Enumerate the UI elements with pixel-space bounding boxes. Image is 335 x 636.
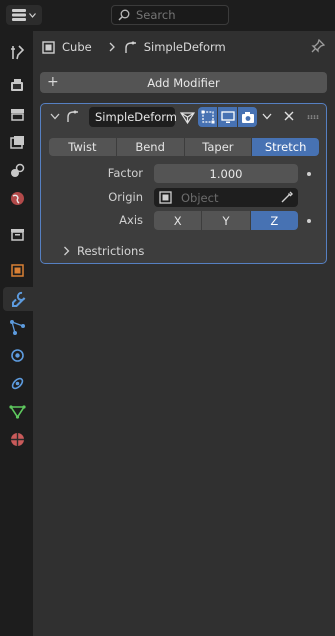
tab-data[interactable]	[4, 399, 30, 423]
monitor-icon	[220, 110, 235, 123]
on-cage-button[interactable]	[177, 107, 197, 127]
factor-label: Factor	[107, 166, 143, 180]
drag-handle-icon[interactable]	[307, 115, 319, 119]
tab-world[interactable]	[4, 186, 30, 210]
data-icon	[8, 404, 26, 419]
restrictions-subpanel-header[interactable]: Restrictions	[63, 244, 144, 258]
breadcrumb: Cube SimpleDeform	[42, 36, 226, 58]
keyframe-dot-icon[interactable]	[307, 172, 311, 176]
viewport-toggle[interactable]	[218, 107, 237, 127]
chevron-right-icon	[109, 42, 115, 52]
modifier-header: SimpleDeform	[41, 104, 326, 130]
axis-x-button[interactable]: X	[154, 211, 203, 230]
render-toggle[interactable]	[238, 107, 257, 127]
eyedropper-icon[interactable]	[281, 191, 293, 203]
close-icon[interactable]	[284, 111, 294, 121]
tab-material[interactable]	[4, 427, 30, 451]
view-layer-icon	[9, 135, 24, 149]
material-icon	[10, 432, 24, 446]
tab-modifier[interactable]	[3, 287, 33, 311]
modifier-icon	[11, 291, 25, 307]
restrictions-label: Restrictions	[77, 244, 145, 258]
object-icon	[42, 40, 55, 54]
object-icon	[10, 263, 24, 277]
tab-render[interactable]	[4, 73, 30, 97]
edit-mode-toggle[interactable]	[198, 107, 217, 127]
add-modifier-label: Add Modifier	[147, 75, 220, 90]
mode-stretch-button[interactable]: Stretch	[252, 138, 319, 156]
chevron-right-icon	[64, 246, 70, 256]
mode-taper-button[interactable]: Taper	[184, 138, 253, 156]
keyframe-dot-icon[interactable]	[307, 219, 311, 223]
tab-scene[interactable]	[4, 158, 30, 182]
properties-header: Search	[0, 0, 335, 31]
search-input[interactable]: Search	[111, 5, 229, 25]
tool-icon	[10, 44, 24, 59]
particles-icon	[9, 319, 25, 335]
mode-bend-button[interactable]: Bend	[116, 138, 185, 156]
breadcrumb-modifier[interactable]: SimpleDeform	[144, 40, 226, 54]
properties-editor-icon	[12, 9, 26, 21]
origin-object-field[interactable]: Object	[154, 188, 298, 207]
editor-type-button[interactable]	[6, 5, 42, 25]
simple-deform-icon	[125, 41, 136, 53]
camera-icon	[241, 111, 254, 123]
properties-tab-strip	[0, 31, 33, 636]
plus-icon: +	[47, 74, 59, 90]
dropdown-chevron-icon[interactable]	[262, 113, 272, 120]
output-icon	[10, 108, 24, 121]
scene-icon	[10, 163, 24, 177]
factor-field[interactable]: 1.000	[154, 164, 298, 183]
axis-y-button[interactable]: Y	[202, 211, 251, 230]
simple-deform-icon	[67, 110, 78, 122]
world-icon	[10, 191, 24, 205]
tab-particles[interactable]	[4, 315, 30, 339]
deform-mode-selector: Twist Bend Taper Stretch	[49, 138, 319, 156]
tab-collection[interactable]	[4, 222, 30, 246]
axis-selector: X Y Z	[154, 211, 298, 230]
physics-icon	[10, 348, 24, 362]
object-icon	[159, 191, 172, 204]
search-icon	[118, 9, 130, 21]
add-modifier-button[interactable]: + Add Modifier	[40, 72, 327, 93]
edit-mode-icon	[201, 110, 214, 124]
tab-view-layer[interactable]	[4, 130, 30, 154]
chevron-down-icon	[29, 12, 36, 18]
search-placeholder: Search	[136, 8, 176, 22]
axis-label: Axis	[119, 213, 143, 227]
breadcrumb-object[interactable]: Cube	[62, 40, 92, 54]
pin-icon[interactable]	[311, 39, 325, 53]
origin-placeholder: Object	[181, 190, 219, 205]
vertex-cage-icon	[179, 111, 195, 124]
tab-constraints[interactable]	[4, 371, 30, 395]
tab-output[interactable]	[4, 102, 30, 126]
collapse-chevron-icon[interactable]	[50, 113, 60, 120]
axis-z-button[interactable]: Z	[250, 211, 298, 230]
constraints-icon	[11, 377, 23, 389]
collection-icon	[10, 228, 24, 241]
render-icon	[10, 78, 23, 91]
tab-tool[interactable]	[4, 40, 30, 64]
mode-twist-button[interactable]: Twist	[49, 138, 117, 156]
modifier-name-field[interactable]: SimpleDeform	[89, 107, 177, 127]
origin-label: Origin	[108, 190, 143, 204]
simple-deform-modifier-panel: SimpleDeform Twist Bend Taper Stretch Fa…	[40, 103, 327, 264]
tab-object[interactable]	[4, 258, 30, 282]
tab-physics[interactable]	[4, 343, 30, 367]
